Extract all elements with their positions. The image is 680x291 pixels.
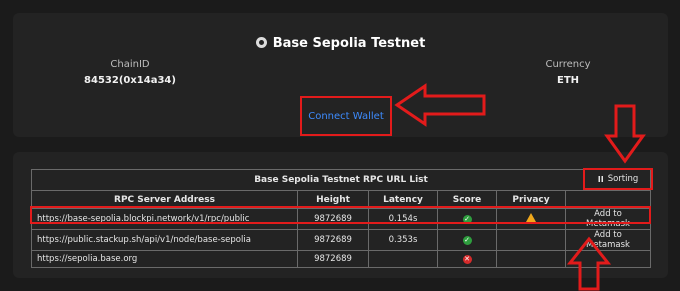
connect-wallet-button[interactable]: Connect Wallet <box>300 96 392 136</box>
currency-value: ETH <box>556 75 580 86</box>
privacy-cell <box>496 208 566 230</box>
rpc-latency: 0.154s <box>368 208 438 230</box>
score-cell: ✓ <box>437 229 497 251</box>
rpc-address[interactable]: https://base-sepolia.blockpi.network/v1/… <box>31 208 298 230</box>
rpc-height: 9872689 <box>297 250 369 268</box>
arrow-left-annotation <box>394 83 486 127</box>
col-header-latency: Latency <box>368 190 438 209</box>
col-header-privacy: Privacy <box>496 190 566 209</box>
privacy-cell <box>496 229 566 251</box>
error-circle-icon: ✕ <box>462 255 472 264</box>
rpc-latency: 0.353s <box>368 229 438 251</box>
arrow-down-annotation <box>604 104 646 164</box>
network-title-text: Base Sepolia Testnet <box>272 36 426 51</box>
rpc-address[interactable]: https://sepolia.base.org <box>31 250 298 268</box>
base-chain-icon <box>255 37 267 48</box>
chain-id-label: ChainID <box>110 59 150 70</box>
check-circle-icon: ✓ <box>462 215 472 224</box>
rpc-height: 9872689 <box>297 208 369 230</box>
currency-label: Currency <box>545 59 591 70</box>
col-header-address: RPC Server Address <box>31 190 298 209</box>
pause-icon: II <box>597 174 604 184</box>
rpc-table-title: Base Sepolia Testnet RPC URL List <box>31 169 651 191</box>
network-title: Base Sepolia Testnet <box>13 36 668 51</box>
table-row: https://sepolia.base.org 9872689 ✕ <box>31 250 651 268</box>
score-cell: ✕ <box>437 250 497 268</box>
col-header-action <box>565 190 651 209</box>
chain-id-value: 84532(0x14a34) <box>84 75 176 86</box>
arrow-up-annotation <box>566 236 612 291</box>
network-card: Base Sepolia Testnet ChainID 84532(0x14a… <box>13 13 668 137</box>
col-header-height: Height <box>297 190 369 209</box>
chain-id-stat: ChainID 84532(0x14a34) <box>50 59 210 86</box>
score-cell: ✓ <box>437 208 497 230</box>
privacy-cell <box>496 250 566 268</box>
rpc-table: Base Sepolia Testnet RPC URL List RPC Se… <box>31 169 651 268</box>
table-row: https://base-sepolia.blockpi.network/v1/… <box>31 208 651 230</box>
add-to-metamask-cell: Add to Metamask <box>565 208 651 230</box>
check-circle-icon: ✓ <box>462 236 472 245</box>
rpc-latency <box>368 250 438 268</box>
table-row: https://public.stackup.sh/api/v1/node/ba… <box>31 229 651 251</box>
rpc-address[interactable]: https://public.stackup.sh/api/v1/node/ba… <box>31 229 298 251</box>
col-header-score: Score <box>437 190 497 209</box>
currency-stat: Currency ETH <box>488 59 648 86</box>
sorting-label: Sorting <box>607 174 639 184</box>
sorting-button[interactable]: II Sorting <box>583 168 653 190</box>
add-to-metamask-button[interactable]: Add to Metamask <box>586 209 630 229</box>
rpc-table-header: RPC Server Address Height Latency Score … <box>31 190 651 209</box>
rpc-height: 9872689 <box>297 229 369 251</box>
warning-icon <box>526 213 536 222</box>
